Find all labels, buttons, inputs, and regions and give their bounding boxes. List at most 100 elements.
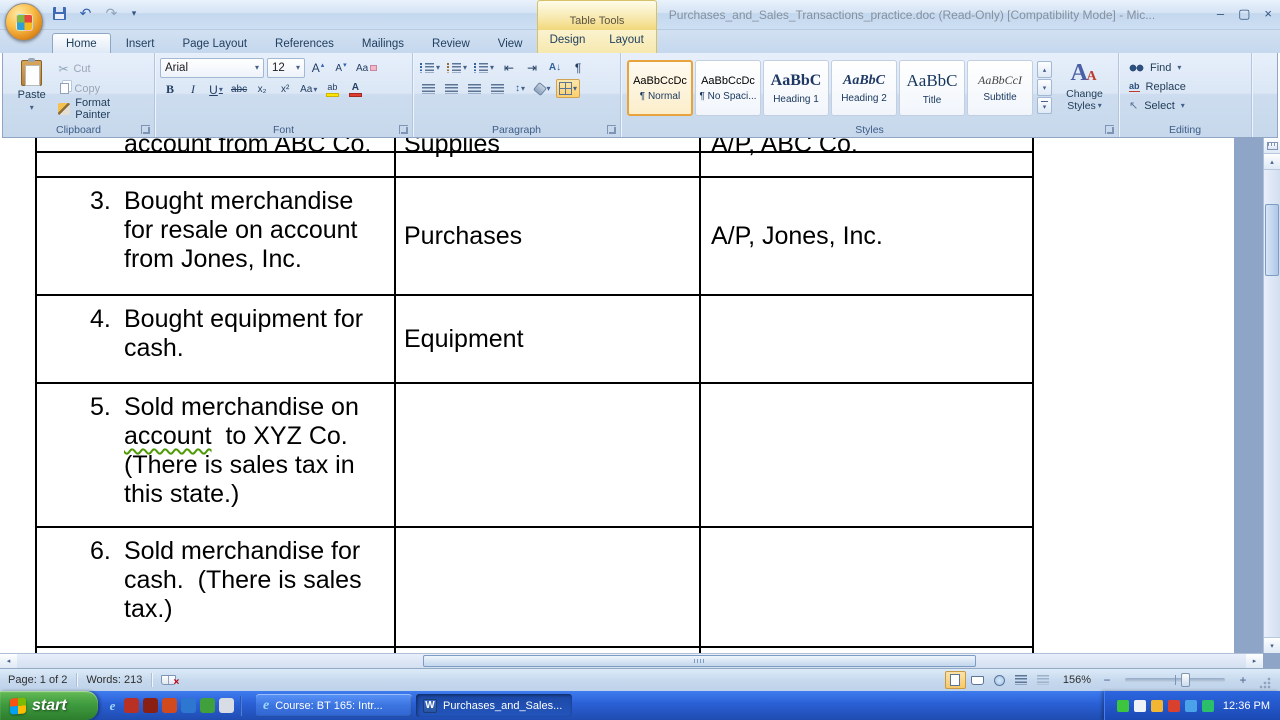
- undo-button[interactable]: ↶: [76, 4, 95, 23]
- style-heading-1[interactable]: AaBbC Heading 1: [763, 60, 829, 116]
- italic-button[interactable]: I: [183, 80, 203, 99]
- tab-design[interactable]: Design: [538, 30, 597, 53]
- restore-button[interactable]: ▢: [1238, 6, 1250, 21]
- description-cell[interactable]: account from ABC Co.: [37, 138, 396, 176]
- office-button[interactable]: [5, 3, 43, 41]
- align-left-button[interactable]: [418, 79, 438, 98]
- tab-insert[interactable]: Insert: [113, 34, 168, 53]
- font-color-button[interactable]: A: [345, 80, 365, 99]
- vertical-scroll-thumb[interactable]: [1265, 204, 1279, 276]
- gallery-scroll-down-button[interactable]: ▾: [1037, 79, 1052, 96]
- internet-explorer-icon[interactable]: e: [105, 698, 120, 713]
- horizontal-scrollbar[interactable]: ◂ ▸: [0, 653, 1263, 668]
- scroll-left-button[interactable]: ◂: [0, 654, 17, 668]
- change-styles-button[interactable]: A A Change Styles ▾: [1055, 56, 1114, 112]
- zoom-slider[interactable]: [1125, 673, 1225, 687]
- dialog-launcher-icon[interactable]: [141, 125, 150, 134]
- style-title[interactable]: AaBbC Title: [899, 60, 965, 116]
- style-normal[interactable]: AaBbCcDc ¶ Normal: [627, 60, 693, 116]
- underline-button[interactable]: U ▾: [206, 80, 226, 99]
- tray-icon-6[interactable]: [1201, 699, 1214, 712]
- taskbar-clock[interactable]: 12:36 PM: [1223, 700, 1270, 712]
- view-ruler-button[interactable]: [1264, 138, 1280, 154]
- tab-page-layout[interactable]: Page Layout: [169, 34, 260, 53]
- document-page[interactable]: account from ABC Co. Supplies A/P, ABC C…: [0, 138, 1234, 668]
- quick-launch-icon-6[interactable]: [200, 698, 215, 713]
- quick-launch-icon-2[interactable]: [124, 698, 139, 713]
- copy-button[interactable]: Copy: [55, 80, 150, 97]
- full-screen-reading-view-button[interactable]: [967, 671, 988, 689]
- font-size-combo[interactable]: 12 ▾: [267, 58, 305, 78]
- increase-indent-button[interactable]: ⇥: [522, 58, 542, 77]
- word-count[interactable]: Words: 213: [86, 674, 142, 686]
- close-button[interactable]: ×: [1264, 6, 1272, 21]
- tray-icon-4[interactable]: [1167, 699, 1180, 712]
- shrink-font-button[interactable]: A ▾: [331, 59, 351, 78]
- web-layout-view-button[interactable]: [989, 671, 1010, 689]
- zoom-slider-thumb[interactable]: [1181, 673, 1190, 687]
- redo-button[interactable]: ↷: [102, 4, 121, 23]
- credit-cell[interactable]: A/P, Jones, Inc.: [701, 178, 1032, 294]
- quick-launch-icon-5[interactable]: [181, 698, 196, 713]
- print-layout-view-button[interactable]: [944, 671, 966, 689]
- grow-font-button[interactable]: A ▴: [308, 59, 328, 78]
- tab-view[interactable]: View: [485, 34, 536, 53]
- outline-view-button[interactable]: [1011, 671, 1032, 689]
- tray-icon-5[interactable]: [1184, 699, 1197, 712]
- replace-button[interactable]: ab Replace: [1124, 77, 1247, 96]
- line-spacing-button[interactable]: ↕ ▾: [510, 79, 530, 98]
- paste-button[interactable]: Paste ▾: [8, 56, 55, 122]
- numbering-button[interactable]: ▾: [445, 58, 469, 77]
- credit-cell[interactable]: A/P, ABC Co.: [701, 138, 1032, 176]
- save-button[interactable]: [50, 4, 69, 23]
- account-cell[interactable]: [396, 384, 701, 526]
- strikethrough-button[interactable]: abc: [229, 80, 249, 99]
- task-button-browser[interactable]: e Course: BT 165: Intr...: [256, 694, 412, 717]
- quick-launch-icon-3[interactable]: [143, 698, 158, 713]
- style-subtitle[interactable]: AaBbCcI Subtitle: [967, 60, 1033, 116]
- superscript-button[interactable]: x²: [275, 80, 295, 99]
- quick-launch-icon-4[interactable]: [162, 698, 177, 713]
- gallery-scroll-up-button[interactable]: ▴: [1037, 61, 1052, 78]
- quick-launch-icon-7[interactable]: [219, 698, 234, 713]
- account-cell[interactable]: Purchases: [396, 178, 701, 294]
- description-cell[interactable]: 6. Sold merchandise for cash. (There is …: [37, 528, 396, 646]
- font-name-combo[interactable]: Arial ▾: [160, 58, 264, 78]
- tab-home[interactable]: Home: [52, 33, 111, 53]
- style-heading-2[interactable]: AaBbC Heading 2: [831, 60, 897, 116]
- borders-button[interactable]: ▾: [556, 79, 581, 98]
- multilevel-list-button[interactable]: ▾: [472, 58, 496, 77]
- credit-cell[interactable]: [701, 296, 1032, 382]
- tray-icon-3[interactable]: [1150, 699, 1163, 712]
- tab-layout[interactable]: Layout: [597, 30, 656, 53]
- dialog-launcher-icon[interactable]: [399, 125, 408, 134]
- account-cell[interactable]: [396, 528, 701, 646]
- bold-button[interactable]: B: [160, 80, 180, 99]
- zoom-level[interactable]: 156%: [1063, 674, 1091, 686]
- tab-review[interactable]: Review: [419, 34, 483, 53]
- description-cell[interactable]: 4. Bought equipment for cash.: [37, 296, 396, 382]
- align-center-button[interactable]: [441, 79, 461, 98]
- description-cell[interactable]: 5. Sold merchandise on account to XYZ Co…: [37, 384, 396, 526]
- task-button-word-document[interactable]: W Purchases_and_Sales...: [416, 694, 572, 717]
- decrease-indent-button[interactable]: ⇤: [499, 58, 519, 77]
- vertical-scroll-track[interactable]: [1264, 170, 1280, 637]
- description-cell[interactable]: 3. Bought merchandise for resale on acco…: [37, 178, 396, 294]
- page-indicator[interactable]: Page: 1 of 2: [8, 674, 67, 686]
- gallery-more-button[interactable]: ▾: [1037, 97, 1052, 114]
- dialog-launcher-icon[interactable]: [607, 125, 616, 134]
- zoom-out-button[interactable]: −: [1100, 673, 1114, 687]
- tray-icon-1[interactable]: [1116, 699, 1129, 712]
- shading-button[interactable]: ▾: [533, 79, 553, 98]
- align-right-button[interactable]: [464, 79, 484, 98]
- horizont al-scroll-thumb[interactable]: [422, 655, 976, 667]
- start-button[interactable]: start: [0, 691, 98, 720]
- sort-button[interactable]: A↓: [545, 58, 565, 77]
- bullets-button[interactable]: ▾: [418, 58, 442, 77]
- tab-references[interactable]: References: [262, 34, 347, 53]
- find-button[interactable]: Find ▾: [1124, 58, 1247, 77]
- select-button[interactable]: ↖ Select ▾: [1124, 96, 1247, 115]
- scroll-up-button[interactable]: ▴: [1264, 154, 1280, 170]
- show-hide-pilcrow-button[interactable]: ¶: [568, 58, 588, 77]
- text-highlight-button[interactable]: ab: [322, 80, 342, 99]
